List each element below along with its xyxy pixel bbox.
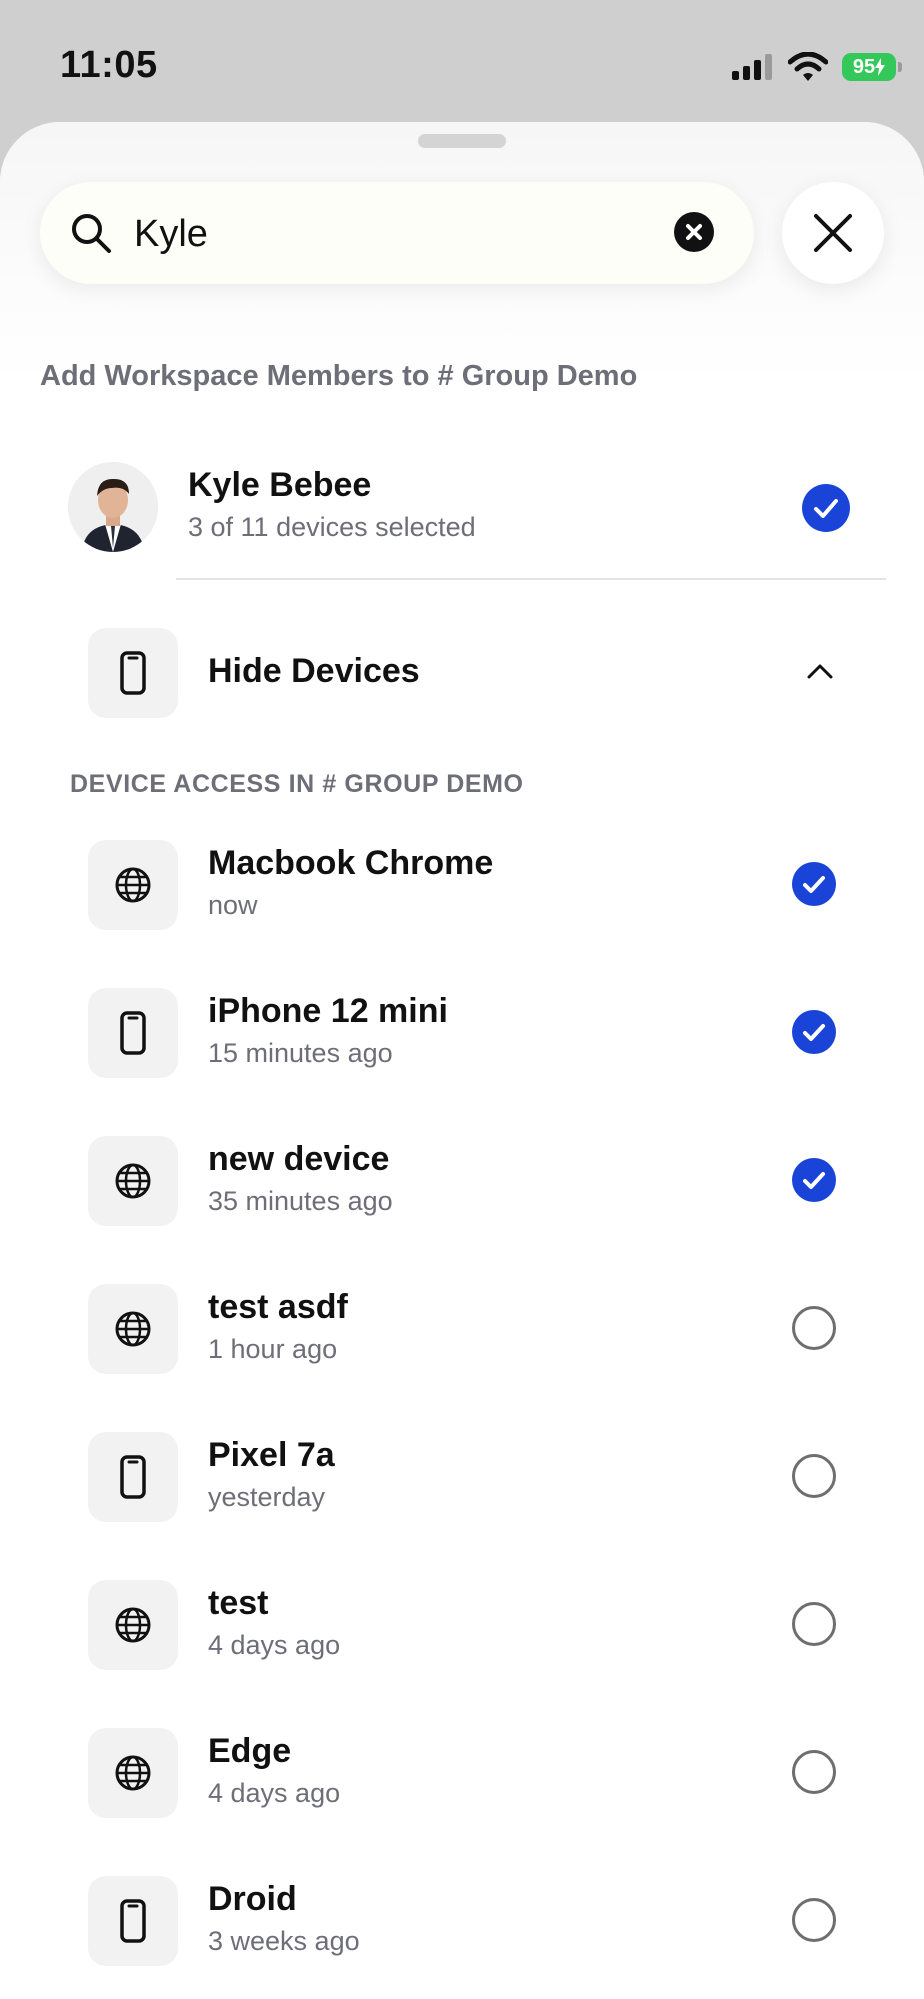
close-icon — [814, 214, 852, 252]
device-row-iphone-12-mini[interactable]: iPhone 12 mini 15 minutes ago — [0, 988, 924, 1078]
globe-icon — [115, 1163, 151, 1199]
device-access-title: DEVICE ACCESS IN # GROUP DEMO — [70, 770, 524, 798]
chevron-up-icon — [807, 664, 833, 679]
device-tile — [88, 1580, 178, 1670]
checkmark-icon — [803, 1172, 825, 1189]
device-checkbox[interactable] — [792, 1158, 836, 1202]
device-row-droid[interactable]: Droid 3 weeks ago — [0, 1876, 924, 1966]
device-name: test — [208, 1584, 269, 1622]
device-tile — [88, 1136, 178, 1226]
device-name: Edge — [208, 1732, 292, 1770]
close-button[interactable] — [782, 182, 884, 284]
hide-devices-label: Hide Devices — [208, 652, 420, 690]
globe-icon — [115, 1755, 151, 1791]
device-tile — [88, 840, 178, 930]
phone-icon — [120, 1011, 146, 1055]
device-tile — [88, 988, 178, 1078]
device-tile — [88, 1432, 178, 1522]
device-name: new device — [208, 1140, 390, 1178]
globe-icon — [115, 1311, 151, 1347]
clear-search-button[interactable] — [674, 212, 714, 252]
device-tile — [88, 628, 178, 718]
device-radio-unselected[interactable] — [792, 1898, 836, 1942]
member-checkbox[interactable] — [802, 484, 850, 532]
charging-bolt-icon — [875, 58, 886, 76]
checkmark-icon — [814, 499, 838, 518]
phone-icon — [120, 1455, 146, 1499]
globe-icon — [115, 1607, 151, 1643]
clear-icon — [686, 224, 702, 240]
device-row-edge[interactable]: Edge 4 days ago — [0, 1728, 924, 1818]
device-radio-unselected[interactable] — [792, 1602, 836, 1646]
battery-indicator: 95 — [842, 53, 902, 81]
member-divider — [176, 578, 886, 580]
device-row-test-asdf[interactable]: test asdf 1 hour ago — [0, 1284, 924, 1374]
battery-level: 95 — [852, 55, 876, 78]
section-title: Add Workspace Members to # Group Demo — [40, 360, 638, 392]
device-last-seen: 4 days ago — [208, 1630, 341, 1660]
device-name: iPhone 12 mini — [208, 992, 448, 1030]
globe-icon — [115, 867, 151, 903]
device-last-seen: 1 hour ago — [208, 1334, 338, 1364]
checkmark-icon — [803, 876, 825, 893]
cellular-signal-icon — [732, 54, 772, 80]
device-checkbox[interactable] — [792, 862, 836, 906]
device-radio-unselected[interactable] — [792, 1750, 836, 1794]
status-time: 11:05 — [60, 44, 158, 86]
hide-devices-toggle[interactable]: Hide Devices — [0, 628, 924, 718]
device-checkbox[interactable] — [792, 1010, 836, 1054]
device-radio-unselected[interactable] — [792, 1454, 836, 1498]
status-icons: 95 — [732, 50, 902, 84]
member-row[interactable]: Kyle Bebee 3 of 11 devices selected — [0, 452, 924, 582]
device-name: Droid — [208, 1880, 297, 1918]
search-bar[interactable] — [40, 182, 754, 284]
phone-icon — [120, 651, 146, 695]
avatar — [68, 462, 158, 552]
status-bar: 11:05 95 — [0, 0, 924, 120]
checkmark-icon — [803, 1024, 825, 1041]
member-name: Kyle Bebee — [188, 466, 372, 504]
device-last-seen: 35 minutes ago — [208, 1186, 393, 1216]
device-row-pixel-7a[interactable]: Pixel 7a yesterday — [0, 1432, 924, 1522]
device-tile — [88, 1728, 178, 1818]
device-last-seen: 15 minutes ago — [208, 1038, 393, 1068]
device-last-seen: 3 weeks ago — [208, 1926, 360, 1956]
wifi-icon — [788, 52, 828, 81]
device-tile — [88, 1284, 178, 1374]
sheet-grabber[interactable] — [418, 134, 506, 148]
device-last-seen: yesterday — [208, 1482, 326, 1512]
search-input[interactable] — [132, 204, 656, 264]
device-tile — [88, 1876, 178, 1966]
device-last-seen: 4 days ago — [208, 1778, 341, 1808]
device-radio-unselected[interactable] — [792, 1306, 836, 1350]
member-devices-selected: 3 of 11 devices selected — [188, 512, 476, 542]
user-avatar-image — [68, 462, 158, 552]
device-name: Macbook Chrome — [208, 844, 494, 882]
device-row-test[interactable]: test 4 days ago — [0, 1580, 924, 1670]
device-row-macbook-chrome[interactable]: Macbook Chrome now — [0, 840, 924, 930]
phone-icon — [120, 1899, 146, 1943]
device-name: Pixel 7a — [208, 1436, 335, 1474]
device-row-new-device[interactable]: new device 35 minutes ago — [0, 1136, 924, 1226]
device-last-seen: now — [208, 890, 258, 920]
search-icon — [72, 214, 111, 253]
device-name: test asdf — [208, 1288, 348, 1326]
